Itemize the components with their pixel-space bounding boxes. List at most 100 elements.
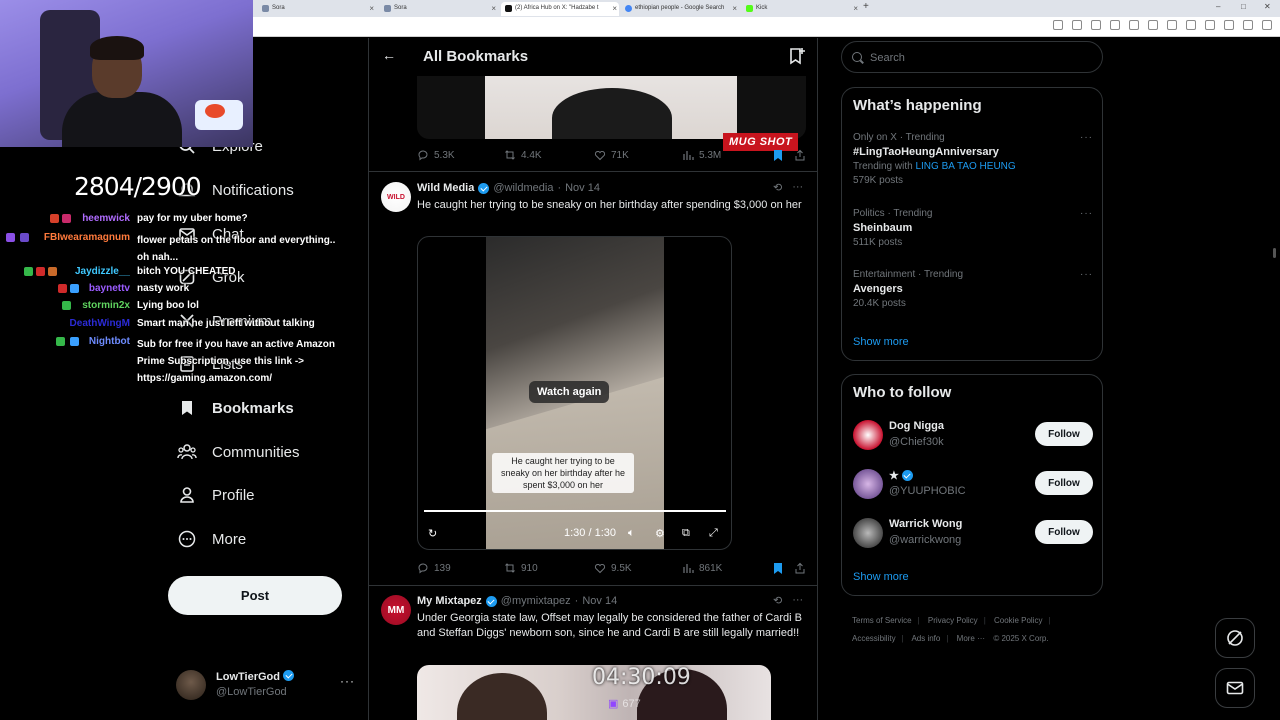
tweet-date[interactable]: Nov 14: [582, 595, 617, 607]
footer-link[interactable]: Ads info: [911, 634, 940, 643]
scrollbar[interactable]: [1272, 38, 1278, 720]
follow-button[interactable]: Follow: [1035, 520, 1093, 544]
favorites-icon[interactable]: [1186, 20, 1196, 30]
show-more-link[interactable]: Show more: [853, 571, 909, 583]
tweet-media-image[interactable]: [417, 76, 806, 139]
more-dots-icon[interactable]: ···: [792, 181, 803, 194]
footer-link[interactable]: More ···: [957, 634, 985, 643]
read-aloud-icon[interactable]: [1091, 20, 1101, 30]
repost-count: 4.4K: [521, 149, 542, 161]
views-button[interactable]: 5.3M: [682, 149, 721, 161]
close-icon[interactable]: ×: [612, 2, 617, 15]
video-progress-bar[interactable]: [424, 510, 726, 512]
follow-suggestion[interactable]: Warrick Wong @warrickwong Follow: [853, 516, 1093, 550]
split-screen-icon[interactable]: [1167, 20, 1177, 30]
extensions-icon[interactable]: [1148, 20, 1158, 30]
grok-icon[interactable]: ⟲: [773, 181, 782, 194]
more-dots-icon[interactable]: ···: [792, 594, 803, 607]
trend-item[interactable]: Entertainment · Trending Avengers 20.4K …: [853, 269, 1093, 309]
close-icon[interactable]: ×: [732, 2, 737, 15]
reply-button[interactable]: 5.3K: [417, 149, 455, 161]
close-icon[interactable]: ×: [369, 2, 374, 15]
browser-tab[interactable]: ethiopian people - Google Search ×: [621, 2, 739, 16]
views-button[interactable]: 861K: [682, 562, 722, 574]
my-mixtapez-avatar[interactable]: MM: [381, 595, 411, 625]
favorite-icon[interactable]: [1110, 20, 1120, 30]
collections-icon[interactable]: [1205, 20, 1215, 30]
nav-bookmarks[interactable]: Bookmarks: [176, 393, 294, 423]
repost-button[interactable]: 4.4K: [504, 149, 542, 161]
footer-link[interactable]: Cookie Policy: [994, 616, 1042, 625]
back-arrow-icon[interactable]: ←: [382, 47, 396, 63]
trend-highlight-link[interactable]: LING BA TAO HEUNG: [915, 161, 1015, 172]
zoom-icon[interactable]: [1072, 20, 1082, 30]
browser-tab[interactable]: Kick ×: [742, 2, 860, 16]
wild-media-avatar[interactable]: WILD: [381, 182, 411, 212]
bookmark-filled-icon[interactable]: [772, 149, 784, 162]
bookmark-filled-icon[interactable]: [772, 562, 784, 575]
author-name[interactable]: My Mixtapez: [417, 595, 482, 607]
footer-link[interactable]: Privacy Policy: [928, 616, 978, 625]
nav-communities[interactable]: Communities: [176, 437, 300, 467]
volume-icon[interactable]: 🔈︎: [628, 527, 642, 541]
copilot-icon[interactable]: [1262, 20, 1272, 30]
profile-icon[interactable]: [1224, 20, 1234, 30]
watch-again-button[interactable]: Watch again: [529, 381, 610, 403]
footer-link[interactable]: Terms of Service: [852, 616, 912, 625]
more-dots-icon[interactable]: ···: [1080, 269, 1093, 280]
like-button[interactable]: 71K: [594, 149, 629, 161]
picture-in-picture-icon[interactable]: ⧉: [682, 527, 696, 541]
maximize-icon[interactable]: □: [1241, 2, 1246, 11]
share-icon[interactable]: [794, 149, 806, 161]
settings-more-icon[interactable]: [1243, 20, 1253, 30]
grok-fab-button[interactable]: [1215, 618, 1255, 658]
grok-icon[interactable]: ⟲: [773, 594, 782, 607]
bookmark-folder-icon[interactable]: [787, 46, 807, 66]
verified-badge-icon: [478, 182, 490, 194]
account-switcher[interactable]: LowTierGod @LowTierGod ···: [176, 668, 356, 704]
follow-button[interactable]: Follow: [1035, 471, 1093, 495]
refresh-icon[interactable]: [1129, 20, 1139, 30]
footer-link[interactable]: Accessibility: [852, 634, 896, 643]
repost-button[interactable]: 910: [504, 562, 538, 574]
search-input[interactable]: [870, 49, 1090, 67]
post-button[interactable]: Post: [168, 576, 342, 615]
settings-gear-icon[interactable]: ⚙: [655, 527, 669, 541]
more-dots-icon[interactable]: ···: [1080, 132, 1093, 143]
author-handle[interactable]: @wildmedia: [493, 182, 553, 194]
share-icon[interactable]: [794, 562, 806, 574]
reply-button[interactable]: 139: [417, 562, 451, 574]
follow-suggestion[interactable]: ★ @YUUPHOBIC Follow: [853, 467, 1093, 501]
close-icon[interactable]: ×: [853, 2, 858, 15]
browser-tab[interactable]: Sora ×: [380, 2, 498, 16]
scrollbar-thumb[interactable]: [1273, 248, 1276, 258]
show-more-link[interactable]: Show more: [853, 336, 909, 348]
search-box[interactable]: [841, 41, 1103, 73]
tweet-date[interactable]: Nov 14: [565, 182, 600, 194]
video-player[interactable]: Watch again He caught her trying to be s…: [417, 236, 732, 550]
minimize-icon[interactable]: –: [1216, 2, 1220, 11]
like-button[interactable]: 9.5K: [594, 562, 632, 574]
browser-tab-active[interactable]: (2) Africa Hub on X: "Hadzabe t ×: [501, 2, 619, 16]
author-name[interactable]: Wild Media: [417, 182, 474, 194]
author-handle[interactable]: @mymixtapez: [501, 595, 571, 607]
close-icon[interactable]: ×: [491, 2, 496, 15]
follow-button[interactable]: Follow: [1035, 422, 1093, 446]
browser-tab[interactable]: Sora ×: [258, 2, 376, 16]
messages-fab-button[interactable]: [1215, 668, 1255, 708]
sora-favicon-icon: [384, 5, 391, 12]
more-dots-icon[interactable]: ···: [340, 674, 355, 688]
window-close-icon[interactable]: ✕: [1264, 2, 1271, 11]
new-tab-icon[interactable]: +: [863, 1, 869, 12]
nav-more[interactable]: More: [176, 524, 246, 554]
fullscreen-icon[interactable]: ⤢: [709, 527, 723, 541]
more-dots-icon[interactable]: ···: [1080, 208, 1093, 219]
reader-icon[interactable]: [1053, 20, 1063, 30]
nav-profile[interactable]: Profile: [176, 480, 255, 510]
replay-icon[interactable]: ↻: [428, 527, 442, 541]
trend-item[interactable]: Politics · Trending Sheinbaum 511K posts…: [853, 208, 1093, 248]
account-handle: @LowTierGod: [216, 686, 287, 698]
trend-item[interactable]: Only on X · Trending #LingTaoHeungAnnive…: [853, 132, 1093, 186]
follow-suggestion[interactable]: Dog Nigga @Chief30k Follow: [853, 418, 1093, 452]
panel-title: Who to follow: [853, 384, 952, 401]
